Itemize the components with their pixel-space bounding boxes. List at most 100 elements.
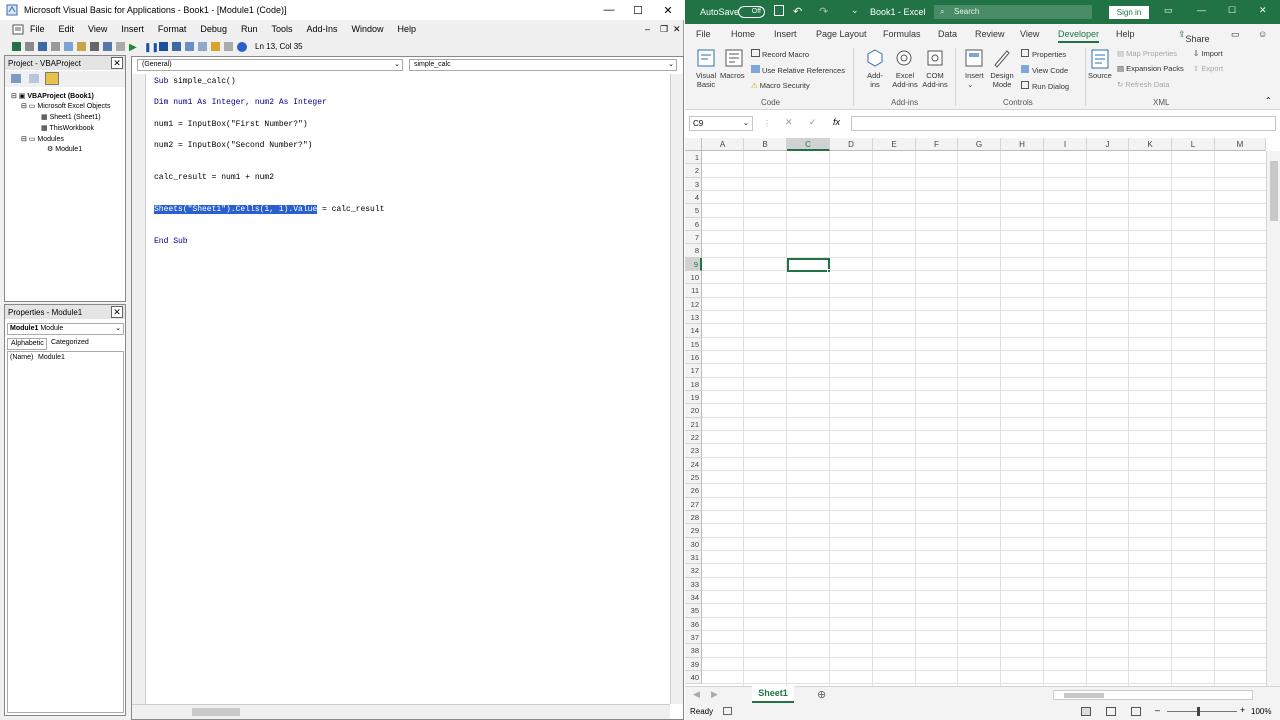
zoom-slider[interactable] <box>1167 711 1237 712</box>
record-macro-button[interactable]: Record Macro <box>751 49 809 59</box>
insert-control-button[interactable]: Insert ⌄ <box>965 71 984 89</box>
tree-item-modules[interactable]: ⊟ ▭ Modules <box>21 135 64 143</box>
add-ins-button[interactable]: Add-ins <box>864 71 886 89</box>
row-header[interactable]: 28 <box>685 510 702 525</box>
import-button[interactable]: ⇩ Import <box>1193 49 1223 58</box>
code-vertical-scrollbar[interactable] <box>670 74 683 704</box>
qat-customize-icon[interactable]: ⌄ <box>851 5 859 16</box>
properties-close-button[interactable]: ✕ <box>111 306 123 318</box>
properties-object-select[interactable]: Module1 Module ⌄ <box>7 323 124 335</box>
search-box[interactable]: ⌕ Search <box>934 5 1092 19</box>
zoom-in-icon[interactable]: + <box>1240 705 1245 715</box>
mdi-close[interactable]: ✕ <box>673 24 681 35</box>
source-button[interactable]: Source <box>1088 71 1112 80</box>
map-properties-button[interactable]: ▤ Map Properties <box>1117 49 1177 58</box>
zoom-level[interactable]: 100% <box>1251 707 1271 716</box>
fill-handle[interactable] <box>827 269 831 273</box>
view-code-icon[interactable] <box>11 74 21 83</box>
break-icon[interactable]: ❚❚ <box>144 42 159 52</box>
run-dialog-button[interactable]: Run Dialog <box>1021 81 1069 91</box>
minimize-button[interactable]: — <box>594 0 624 20</box>
com-add-ins-button[interactable]: COM Add-ins <box>920 71 950 89</box>
vertical-scroll-thumb[interactable] <box>1270 161 1278 221</box>
row-header[interactable]: 18 <box>685 377 702 391</box>
close-excel-button[interactable]: ✕ <box>1259 5 1267 16</box>
find-icon[interactable] <box>90 42 99 51</box>
row-header[interactable]: 10 <box>685 270 702 285</box>
save-icon[interactable] <box>774 5 784 16</box>
undo-icon[interactable] <box>103 42 112 51</box>
column-header[interactable]: E <box>873 138 916 151</box>
add-ins-icon[interactable] <box>865 48 885 68</box>
worksheet-grid[interactable]: ABCDEFGHIJKLM 1 2 3 4 5 6 7 8 9 10 11 12 13 14 15 16 17 1… <box>685 138 1280 687</box>
toggle-folders-icon[interactable] <box>45 72 59 85</box>
row-header[interactable]: 34 <box>685 590 702 605</box>
view-object-icon[interactable] <box>29 74 39 83</box>
code-line-7[interactable]: End Sub <box>154 237 188 246</box>
row-header[interactable]: 9 <box>685 257 702 271</box>
save-icon[interactable] <box>38 42 47 51</box>
row-header[interactable]: 17 <box>685 364 702 378</box>
menu-window[interactable]: Window <box>352 24 384 34</box>
macros-button[interactable]: Macros <box>720 71 745 80</box>
menu-tools[interactable]: Tools <box>271 24 292 34</box>
source-icon[interactable] <box>1089 48 1111 70</box>
vertical-scrollbar[interactable] <box>1266 151 1280 687</box>
cancel-entry-icon[interactable]: ✕ <box>785 117 793 128</box>
row-header[interactable]: 4 <box>685 190 702 205</box>
row-header[interactable]: 30 <box>685 537 702 551</box>
row-header[interactable]: 7 <box>685 230 702 245</box>
tab-alphabetic[interactable]: Alphabetic <box>7 338 47 350</box>
insert-control-icon[interactable] <box>964 48 984 68</box>
new-sheet-icon[interactable]: ⊕ <box>817 688 826 701</box>
row-header[interactable]: 32 <box>685 564 702 578</box>
prop-name-value[interactable]: Module1 <box>38 354 65 361</box>
mdi-minimize[interactable]: – <box>645 24 650 34</box>
reset-icon[interactable] <box>159 42 168 51</box>
confirm-entry-icon[interactable]: ✓ <box>809 117 817 128</box>
tab-help[interactable]: Help <box>1116 29 1135 39</box>
row-header[interactable]: 11 <box>685 284 702 298</box>
column-header[interactable]: A <box>702 138 744 151</box>
excel-add-ins-icon[interactable] <box>894 48 914 68</box>
row-header[interactable]: 22 <box>685 430 702 445</box>
scroll-sheets-right-icon[interactable]: ▶ <box>711 689 718 700</box>
column-header[interactable]: J <box>1087 138 1129 151</box>
column-header[interactable]: F <box>916 138 958 151</box>
column-header[interactable]: H <box>1001 138 1044 151</box>
row-header[interactable]: 38 <box>685 644 702 658</box>
row-header[interactable]: 37 <box>685 630 702 645</box>
code-horizontal-scrollbar[interactable] <box>132 704 670 719</box>
minimize-excel-button[interactable]: — <box>1197 5 1206 15</box>
macros-icon[interactable] <box>724 48 744 68</box>
code-line-2[interactable]: Dim num1 As Integer, num2 As Integer <box>154 98 327 107</box>
horizontal-scroll-thumb[interactable] <box>1064 693 1104 698</box>
row-header[interactable]: 3 <box>685 177 702 191</box>
row-header[interactable]: 20 <box>685 404 702 418</box>
menu-debug[interactable]: Debug <box>200 24 227 34</box>
tab-developer[interactable]: Developer <box>1058 29 1100 43</box>
autosave-toggle[interactable]: Off <box>738 6 765 18</box>
column-header[interactable]: K <box>1129 138 1172 151</box>
row-header[interactable]: 21 <box>685 417 702 431</box>
copy-icon[interactable] <box>64 42 73 51</box>
project-close-button[interactable]: ✕ <box>111 57 123 69</box>
com-add-ins-icon[interactable] <box>925 48 945 68</box>
horizontal-scrollbar[interactable] <box>1053 690 1253 700</box>
code-line-5[interactable]: calc_result = num1 + num2 <box>154 173 274 182</box>
use-relative-references-button[interactable]: Use Relative References <box>751 65 845 75</box>
view-code-button[interactable]: View Code <box>1021 65 1068 75</box>
excel-view-icon[interactable] <box>12 42 21 51</box>
row-header[interactable]: 25 <box>685 470 702 485</box>
project-explorer-icon[interactable] <box>185 42 194 51</box>
name-box[interactable]: C9 ⌄ <box>689 116 753 131</box>
insert-function-icon[interactable]: fx <box>833 117 840 127</box>
maximize-button[interactable]: ☐ <box>623 0 653 20</box>
row-header[interactable]: 13 <box>685 310 702 325</box>
redo-icon[interactable]: ↷ <box>819 5 828 18</box>
row-header[interactable]: 24 <box>685 457 702 471</box>
tree-item-sheet1[interactable]: ▦ Sheet1 (Sheet1) <box>41 113 101 121</box>
normal-view-icon[interactable] <box>1081 707 1091 716</box>
macro-security-button[interactable]: ⚠ Macro Security <box>751 81 810 90</box>
properties-button[interactable]: Properties <box>1021 49 1066 59</box>
